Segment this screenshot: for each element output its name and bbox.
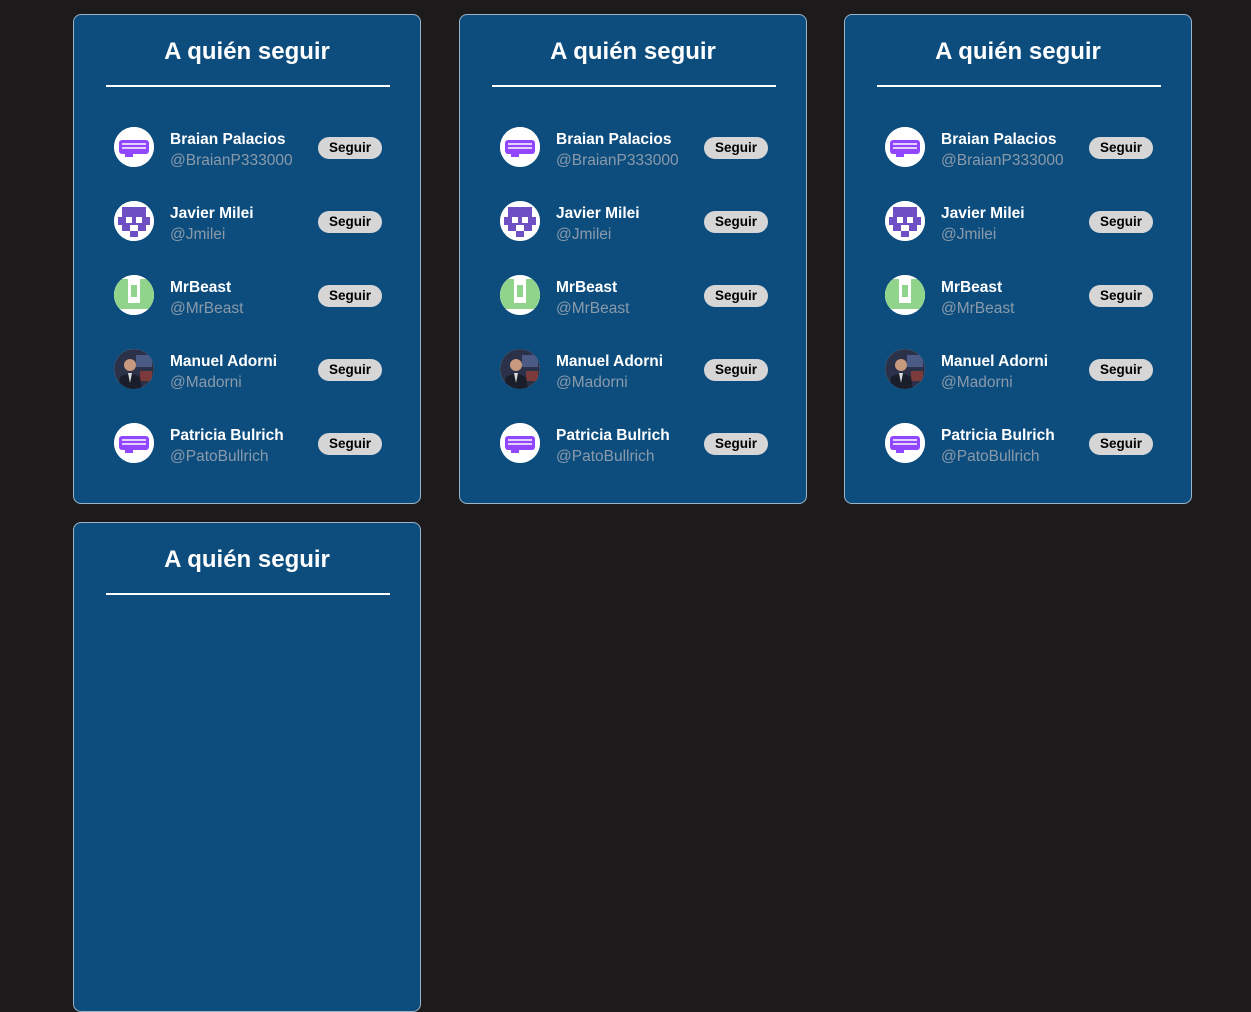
list-item: Patricia Bulrich @PatoBullrich Seguir — [500, 423, 770, 497]
user-handle: @PatoBullrich — [941, 448, 1040, 465]
user-handle: @BraianP333000 — [556, 152, 679, 169]
user-name[interactable]: Manuel Adorni — [556, 353, 663, 371]
user-name[interactable]: MrBeast — [941, 279, 1002, 297]
list-item: Braian Palacios @BraianP333000 Seguir — [885, 127, 1155, 201]
user-handle: @PatoBullrich — [170, 448, 269, 465]
follow-button[interactable]: Seguir — [704, 285, 768, 307]
follow-button[interactable]: Seguir — [1089, 433, 1153, 455]
card-title: A quién seguir — [935, 38, 1101, 65]
user-handle: @Madorni — [170, 374, 242, 391]
person-photo-icon[interactable] — [885, 349, 925, 389]
user-name[interactable]: MrBeast — [556, 279, 617, 297]
person-photo-icon[interactable] — [114, 349, 154, 389]
user-name[interactable]: Braian Palacios — [170, 131, 285, 149]
green-pixel-identicon-icon[interactable] — [114, 275, 154, 315]
user-handle: @Madorni — [941, 374, 1013, 391]
user-name[interactable]: Manuel Adorni — [170, 353, 277, 371]
list-item: Javier Milei @Jmilei Seguir — [500, 201, 770, 275]
list-item: Braian Palacios @BraianP333000 Seguir — [500, 127, 770, 201]
purple-pixel-identicon-icon[interactable] — [885, 201, 925, 241]
follow-button[interactable]: Seguir — [318, 433, 382, 455]
follow-button[interactable]: Seguir — [704, 359, 768, 381]
follow-button[interactable]: Seguir — [1089, 211, 1153, 233]
user-name[interactable]: Patricia Bulrich — [941, 427, 1055, 445]
follow-button[interactable]: Seguir — [704, 433, 768, 455]
user-name[interactable]: Javier Milei — [556, 205, 640, 223]
user-handle: @Jmilei — [556, 226, 612, 243]
follow-button[interactable]: Seguir — [1089, 137, 1153, 159]
list-item: Braian Palacios @BraianP333000 Seguir — [114, 127, 384, 201]
who-to-follow-card: A quién seguir — [73, 522, 421, 1012]
user-handle: @BraianP333000 — [941, 152, 1064, 169]
list-item: Javier Milei @Jmilei Seguir — [114, 201, 384, 275]
user-handle: @MrBeast — [556, 300, 630, 317]
list-item: Manuel Adorni @Madorni Seguir — [885, 349, 1155, 423]
user-handle: @PatoBullrich — [556, 448, 655, 465]
list-item: MrBeast @MrBeast Seguir — [885, 275, 1155, 349]
user-name[interactable]: Patricia Bulrich — [170, 427, 284, 445]
user-name[interactable]: MrBeast — [170, 279, 231, 297]
user-list: Braian Palacios @BraianP333000 Seguir Ja… — [114, 127, 384, 497]
card-title: A quién seguir — [164, 546, 330, 573]
green-pixel-identicon-icon[interactable] — [885, 275, 925, 315]
card-title: A quién seguir — [164, 38, 330, 65]
card-title: A quién seguir — [550, 38, 716, 65]
twitch-logo-icon[interactable] — [500, 127, 540, 167]
user-name[interactable]: Javier Milei — [170, 205, 254, 223]
follow-button[interactable]: Seguir — [318, 285, 382, 307]
list-item: MrBeast @MrBeast Seguir — [114, 275, 384, 349]
follow-button[interactable]: Seguir — [318, 359, 382, 381]
green-pixel-identicon-icon[interactable] — [500, 275, 540, 315]
who-to-follow-card: A quién seguir Braian Palacios @BraianP3… — [844, 14, 1192, 504]
follow-button[interactable]: Seguir — [704, 137, 768, 159]
list-item: Patricia Bulrich @PatoBullrich Seguir — [114, 423, 384, 497]
who-to-follow-card: A quién seguir Braian Palacios @BraianP3… — [73, 14, 421, 504]
list-item: Javier Milei @Jmilei Seguir — [885, 201, 1155, 275]
user-list: Braian Palacios @BraianP333000 Seguir Ja… — [500, 127, 770, 497]
title-divider — [106, 85, 390, 87]
user-name[interactable]: Braian Palacios — [556, 131, 671, 149]
user-name[interactable]: Braian Palacios — [941, 131, 1056, 149]
follow-button[interactable]: Seguir — [704, 211, 768, 233]
user-handle: @BraianP333000 — [170, 152, 293, 169]
user-name[interactable]: Manuel Adorni — [941, 353, 1048, 371]
user-name[interactable]: Javier Milei — [941, 205, 1025, 223]
list-item: Patricia Bulrich @PatoBullrich Seguir — [885, 423, 1155, 497]
user-list: Braian Palacios @BraianP333000 Seguir Ja… — [885, 127, 1155, 497]
title-divider — [106, 593, 390, 595]
title-divider — [492, 85, 776, 87]
twitch-logo-icon[interactable] — [885, 127, 925, 167]
list-item: Manuel Adorni @Madorni Seguir — [500, 349, 770, 423]
twitch-logo-icon[interactable] — [114, 127, 154, 167]
title-divider — [877, 85, 1161, 87]
who-to-follow-card: A quién seguir Braian Palacios @BraianP3… — [459, 14, 807, 504]
follow-button[interactable]: Seguir — [1089, 359, 1153, 381]
twitch-logo-icon[interactable] — [114, 423, 154, 463]
purple-pixel-identicon-icon[interactable] — [114, 201, 154, 241]
user-handle: @MrBeast — [941, 300, 1015, 317]
user-handle: @Jmilei — [170, 226, 226, 243]
person-photo-icon[interactable] — [500, 349, 540, 389]
follow-button[interactable]: Seguir — [1089, 285, 1153, 307]
user-handle: @Jmilei — [941, 226, 997, 243]
user-name[interactable]: Patricia Bulrich — [556, 427, 670, 445]
twitch-logo-icon[interactable] — [500, 423, 540, 463]
follow-button[interactable]: Seguir — [318, 137, 382, 159]
list-item: Manuel Adorni @Madorni Seguir — [114, 349, 384, 423]
user-handle: @Madorni — [556, 374, 628, 391]
follow-button[interactable]: Seguir — [318, 211, 382, 233]
user-handle: @MrBeast — [170, 300, 244, 317]
list-item: MrBeast @MrBeast Seguir — [500, 275, 770, 349]
purple-pixel-identicon-icon[interactable] — [500, 201, 540, 241]
twitch-logo-icon[interactable] — [885, 423, 925, 463]
